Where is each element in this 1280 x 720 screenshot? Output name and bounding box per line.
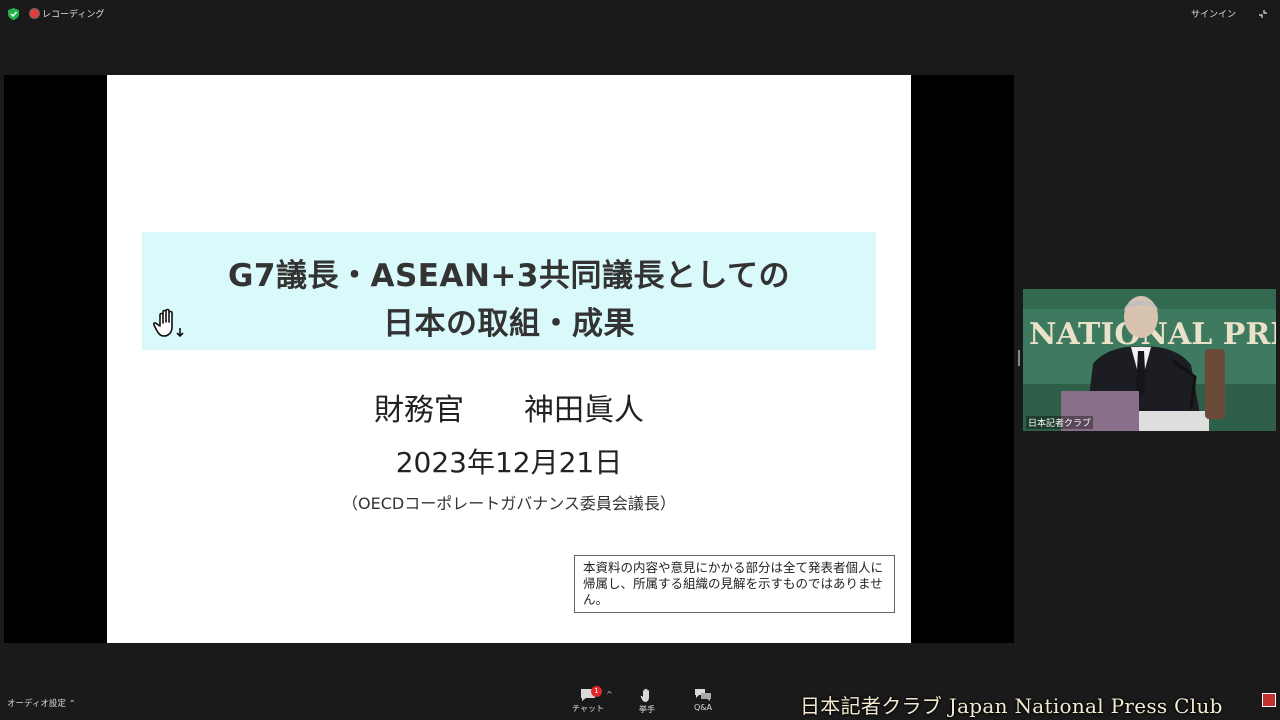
chevron-up-icon: ⌃ <box>68 699 76 709</box>
chat-options-chevron-icon[interactable]: ^ <box>606 690 613 699</box>
slide-title-line-2: 日本の取組・成果 <box>383 306 635 342</box>
slide-title-line-1: G7議長・ASEAN+3共同議長としての <box>227 258 791 294</box>
sign-in-link[interactable]: サインイン <box>1191 7 1236 20</box>
qa-label: Q&A <box>693 703 712 712</box>
presentation-slide: G7議長・ASEAN+3共同議長としての 日本の取組・成果 財務官 神田眞人 2… <box>107 75 911 643</box>
presentation-date: 2023年12月21日 <box>395 446 623 479</box>
chat-button[interactable]: 1 チャット <box>568 686 608 714</box>
hand-cursor-icon <box>152 308 184 338</box>
speaker-video-tile[interactable]: NATIONAL PRE 日本記者クラブ <box>1023 289 1276 431</box>
audio-settings-button[interactable]: オーディオ設定 ⌃ <box>7 697 76 709</box>
chat-label: チャット <box>572 704 604 713</box>
participant-name-label: 日本記者クラブ <box>1026 416 1094 429</box>
chat-unread-badge: 1 <box>591 686 602 697</box>
slide-title-box: G7議長・ASEAN+3共同議長としての 日本の取組・成果 <box>142 232 876 350</box>
broadcaster-watermark: 日本記者クラブ Japan National Press Club <box>800 694 1223 718</box>
presenter-name: 財務官 神田眞人 <box>374 393 644 428</box>
recording-label: レコーディング <box>42 10 105 20</box>
raise-hand-icon <box>640 688 649 702</box>
shared-screen: G7議長・ASEAN+3共同議長としての 日本の取組・成果 財務官 神田眞人 2… <box>4 75 1014 643</box>
raise-hand-label: 挙手 <box>639 705 655 714</box>
security-shield-icon[interactable] <box>8 8 19 20</box>
disclaimer-box: 本資料の内容や意見にかかる部分は全て発表者個人に帰属し、所属する組織の見解を示す… <box>574 555 895 613</box>
qa-button[interactable]: Q&A <box>683 688 723 712</box>
panel-resize-handle[interactable] <box>1018 350 1020 366</box>
raise-hand-button[interactable]: 挙手 <box>627 688 667 715</box>
recording-dot-icon <box>30 9 39 18</box>
presenter-position: （OECDコーポレートガバナンス委員会議長） <box>342 494 676 513</box>
top-bar: レコーディング サインイン <box>0 0 1280 28</box>
audio-settings-label: オーディオ設定 <box>7 699 66 709</box>
exit-fullscreen-icon[interactable] <box>1258 9 1268 19</box>
qa-icon <box>695 689 711 701</box>
watermark-logo-icon <box>1262 693 1276 707</box>
speaker-video-image: NATIONAL PRE <box>1023 289 1276 431</box>
